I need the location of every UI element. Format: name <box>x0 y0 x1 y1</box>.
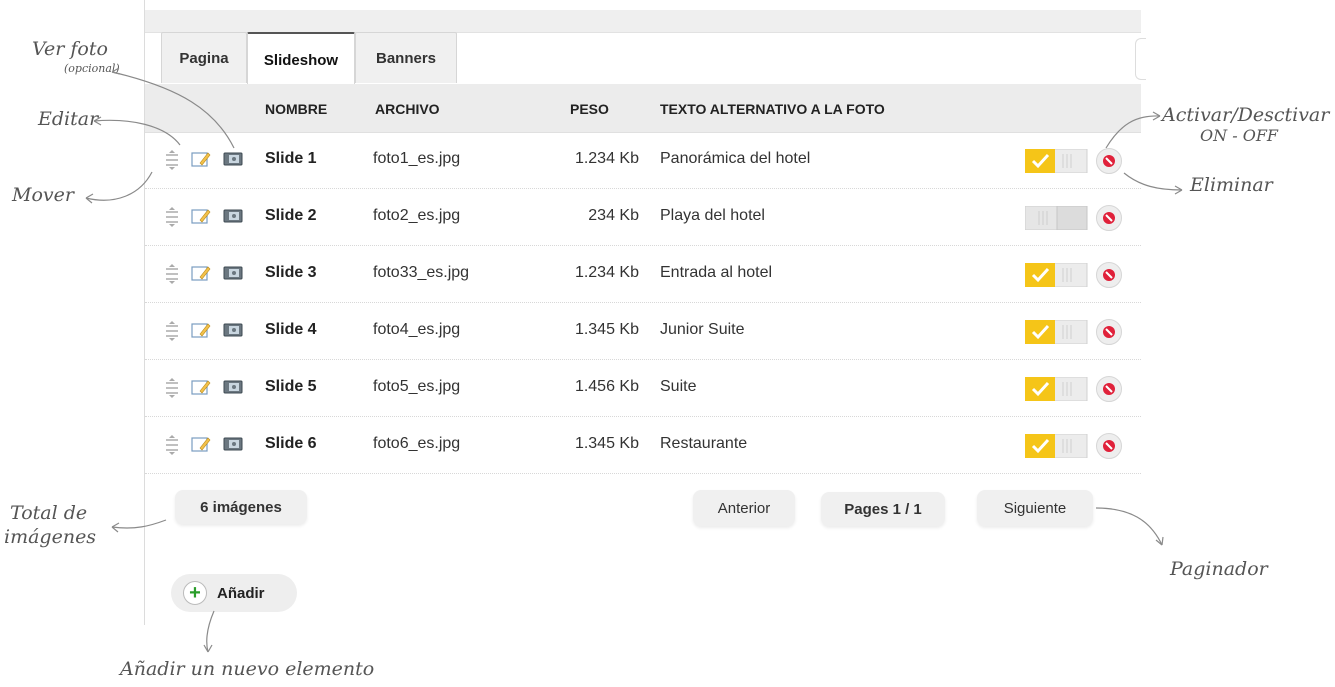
delete-button[interactable] <box>1096 376 1122 402</box>
edit-icon[interactable] <box>191 264 211 282</box>
slide-name: Slide 5 <box>265 378 317 395</box>
edit-icon[interactable] <box>191 435 211 453</box>
annotation-ver-foto-sub: (opcional) <box>64 62 120 75</box>
slide-size: 1.234 Kb <box>574 150 639 167</box>
previous-button[interactable]: Anterior <box>693 490 795 526</box>
slide-size: 1.345 Kb <box>574 321 639 338</box>
annotation-activar: Activar/Desctivar <box>1162 104 1330 126</box>
slide-name: Slide 2 <box>265 207 317 224</box>
slide-alt-text: Restaurante <box>660 435 748 452</box>
table-row: Slide 6 foto6_es.jpg 1.345 Kb Restaurante <box>145 417 1141 474</box>
move-icon[interactable] <box>163 378 181 398</box>
delete-icon <box>1102 154 1116 168</box>
slide-size: 234 Kb <box>588 207 639 224</box>
top-bar <box>145 10 1141 33</box>
delete-icon <box>1102 439 1116 453</box>
slide-size: 1.345 Kb <box>574 435 639 452</box>
delete-icon <box>1102 268 1116 282</box>
pagination-indicator: Pages 1 / 1 <box>821 492 945 526</box>
slide-file: foto5_es.jpg <box>373 378 461 395</box>
slide-file: foto33_es.jpg <box>373 264 470 281</box>
active-toggle[interactable] <box>1024 262 1089 288</box>
annotation-anadir: Añadir un nuevo elemento <box>120 658 375 680</box>
column-header-nombre: NOMBRE <box>265 101 328 117</box>
photo-icon[interactable] <box>223 152 243 166</box>
table-row: Slide 5 foto5_es.jpg 1.456 Kb Suite <box>145 360 1141 417</box>
slide-name: Slide 1 <box>265 150 317 167</box>
table-header: NOMBRE ARCHIVO PESO TEXTO ALTERNATIVO A … <box>145 84 1141 133</box>
table-row: Slide 1 foto1_es.jpg 1.234 Kb Panorámica de… <box>145 132 1141 189</box>
column-header-texto: TEXTO ALTERNATIVO A LA FOTO <box>660 101 885 117</box>
photo-icon[interactable] <box>223 323 243 337</box>
slide-alt-text: Suite <box>660 378 697 395</box>
annotation-on-off: ON - OFF <box>1200 126 1279 145</box>
move-icon[interactable] <box>163 150 181 170</box>
photo-icon[interactable] <box>223 437 243 451</box>
annotation-mover: Mover <box>12 184 74 206</box>
tab-pagina[interactable]: Pagina <box>161 32 247 83</box>
column-header-peso: PESO <box>570 101 609 117</box>
active-toggle[interactable] <box>1024 205 1089 231</box>
table-row: Slide 3 foto33_es.jpg 1.234 Kb Entrada al h… <box>145 246 1141 303</box>
column-header-archivo: ARCHIVO <box>375 101 440 117</box>
add-button-label: Añadir <box>217 584 265 602</box>
slide-file: foto2_es.jpg <box>373 207 461 224</box>
tab-bar-edge <box>1135 38 1146 80</box>
delete-icon <box>1102 325 1116 339</box>
tab-slideshow[interactable]: Slideshow <box>247 32 355 86</box>
edit-icon[interactable] <box>191 321 211 339</box>
active-toggle[interactable] <box>1024 433 1089 459</box>
annotation-total-1: Total de <box>10 502 88 524</box>
move-icon[interactable] <box>163 264 181 284</box>
slide-name: Slide 4 <box>265 321 317 338</box>
add-button[interactable]: + Añadir <box>171 574 297 612</box>
active-toggle[interactable] <box>1024 148 1089 174</box>
delete-button[interactable] <box>1096 205 1122 231</box>
delete-button[interactable] <box>1096 262 1122 288</box>
slideshow-panel: Pagina Slideshow Banners NOMBRE ARCHIVO … <box>144 0 1146 625</box>
next-button[interactable]: Siguiente <box>977 490 1093 526</box>
move-icon[interactable] <box>163 321 181 341</box>
annotation-ver-foto: Ver foto <box>32 38 108 60</box>
edit-icon[interactable] <box>191 150 211 168</box>
delete-button[interactable] <box>1096 148 1122 174</box>
annotation-paginador: Paginador <box>1170 558 1268 580</box>
slide-file: foto6_es.jpg <box>373 435 461 452</box>
slide-size: 1.234 Kb <box>574 264 639 281</box>
tab-banners[interactable]: Banners <box>355 32 457 83</box>
photo-icon[interactable] <box>223 266 243 280</box>
annotation-editar: Editar <box>38 108 99 130</box>
slide-name: Slide 6 <box>265 435 317 452</box>
photo-icon[interactable] <box>223 380 243 394</box>
table-row: Slide 2 foto2_es.jpg 234 Kb Playa del hotel <box>145 189 1141 246</box>
move-icon[interactable] <box>163 435 181 455</box>
active-toggle[interactable] <box>1024 319 1089 345</box>
edit-icon[interactable] <box>191 378 211 396</box>
active-toggle[interactable] <box>1024 376 1089 402</box>
slide-file: foto4_es.jpg <box>373 321 461 338</box>
slide-name: Slide 3 <box>265 264 317 281</box>
delete-icon <box>1102 382 1116 396</box>
move-icon[interactable] <box>163 207 181 227</box>
photo-icon[interactable] <box>223 209 243 223</box>
total-images-badge: 6 imágenes <box>175 490 307 524</box>
plus-icon: + <box>183 581 207 605</box>
slide-alt-text: Junior Suite <box>660 321 745 338</box>
slide-file: foto1_es.jpg <box>373 150 461 167</box>
annotation-total-2: imágenes <box>4 526 97 548</box>
slide-size: 1.456 Kb <box>574 378 639 395</box>
slide-alt-text: Panorámica del hotel <box>660 150 811 167</box>
annotation-eliminar: Eliminar <box>1190 174 1273 196</box>
delete-button[interactable] <box>1096 433 1122 459</box>
slide-alt-text: Entrada al hotel <box>660 264 773 281</box>
edit-icon[interactable] <box>191 207 211 225</box>
table-row: Slide 4 foto4_es.jpg 1.345 Kb Junior Suite <box>145 303 1141 360</box>
delete-button[interactable] <box>1096 319 1122 345</box>
slide-alt-text: Playa del hotel <box>660 207 765 224</box>
delete-icon <box>1102 211 1116 225</box>
